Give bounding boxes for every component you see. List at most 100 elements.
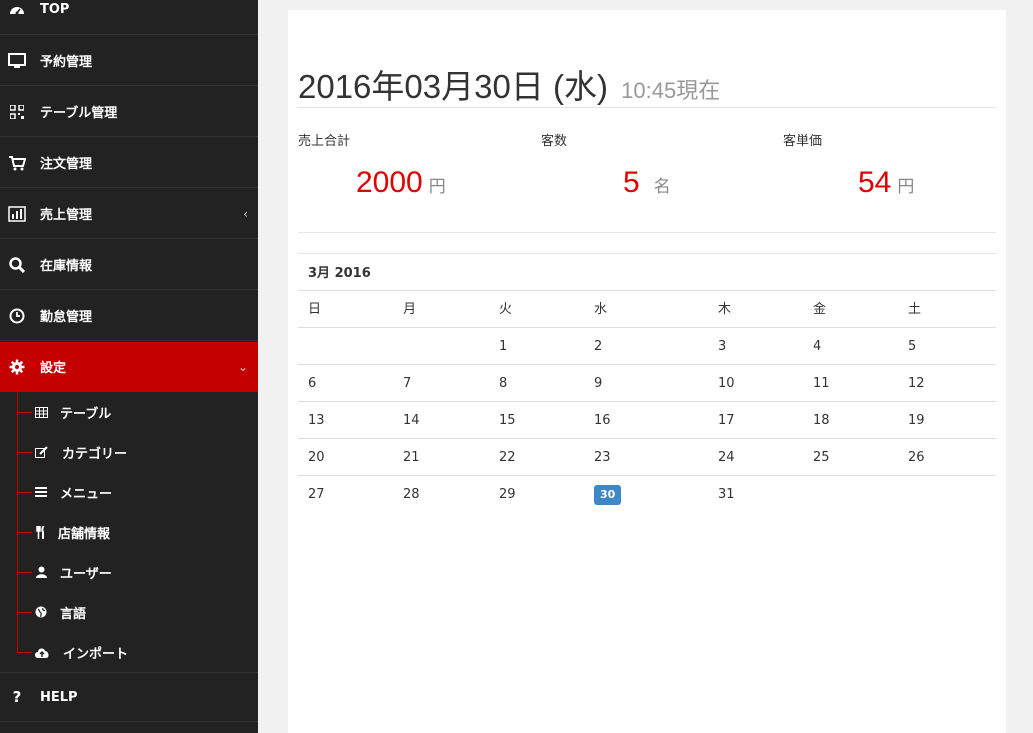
calendar-day[interactable]: 22 [489,439,516,476]
nav-label: 売上管理 [40,208,93,223]
calendar-day[interactable]: 19 [898,402,925,439]
sub-item-menu[interactable]: メニュー [0,472,258,512]
calendar-day[interactable]: 23 [584,439,611,476]
tree-branch [17,532,32,533]
dashboard-panel: 2016年03月30日 (水) 10:45現在 売上合計 2000 円 客数 5名… [288,10,1006,733]
clock-icon [8,307,26,325]
calendar-day[interactable]: 15 [489,402,516,439]
calendar-weekday: 日 [308,302,322,317]
sub-item-store-info[interactable]: 店舗情報 [0,512,258,552]
calendar-day [393,328,403,365]
calendar-day[interactable]: 21 [393,439,420,476]
stat-customers: 客数 5名 [541,130,783,199]
nav-label: 注文管理 [40,157,93,172]
calendar-day[interactable]: 27 [298,476,325,513]
calendar-day[interactable]: 8 [489,365,507,402]
sub-item-language[interactable]: 言語 [0,592,258,632]
calendar-day[interactable]: 14 [393,402,420,439]
tree-branch [17,572,32,573]
current-time: 10:45現在 [621,78,721,103]
stat-unit: 名 [653,177,671,197]
calendar-day[interactable]: 6 [298,365,316,402]
calendar-day[interactable]: 31 [708,476,735,513]
calendar-day[interactable]: 12 [898,365,925,402]
nav-label: TOP [40,2,70,17]
calendar-day[interactable]: 25 [803,439,830,476]
divider [298,107,996,108]
nav-item-tables[interactable]: テーブル管理 [0,87,258,137]
calendar-day[interactable]: 11 [803,365,830,402]
calendar-day[interactable]: 16 [584,402,611,439]
calendar-week-row: 20 21 22 23 24 25 26 [298,438,996,475]
nav-item-reservations[interactable]: 予約管理 [0,36,258,86]
stat-unit: 円 [897,177,915,197]
current-date: 2016年03月30日 (水) [298,68,608,105]
calendar-day[interactable]: 24 [708,439,735,476]
nav-label: 在庫情報 [40,259,93,274]
nav-item-settings[interactable]: 設定 ⌄ [0,342,258,392]
calendar-day[interactable]: 9 [584,365,602,402]
calendar-day[interactable]: 17 [708,402,735,439]
calendar-weekday: 金 [813,302,827,317]
calendar-day[interactable]: 4 [803,328,821,365]
calendar-day[interactable]: 29 [489,476,516,513]
sub-item-label: ユーザー [60,566,112,582]
calendar-day[interactable]: 7 [393,365,411,402]
cart-icon [8,154,26,172]
calendar-day[interactable]: 18 [803,402,830,439]
calendar-day[interactable]: 26 [898,439,925,476]
calendar-day[interactable]: 10 [708,365,735,402]
nav-label: 予約管理 [40,55,93,70]
calendar-day[interactable]: 13 [298,402,325,439]
tree-branch [17,612,32,613]
sub-item-category[interactable]: カテゴリー [0,432,258,472]
calendar-day [803,476,813,513]
nav-item-inventory[interactable]: 在庫情報 [0,240,258,290]
calendar-day[interactable]: 3 [708,328,726,365]
table-icon [34,405,48,419]
sub-item-label: インポート [63,646,129,662]
stat-value: 54 [858,166,892,199]
settings-submenu: テーブル カテゴリー メニュー 店舗情報 ユーザー 言語 インポート [0,392,258,672]
today-badge[interactable]: 30 [594,484,622,505]
calendar-weekday: 火 [499,302,513,317]
nav-item-sales[interactable]: 売上管理 ‹ [0,189,258,239]
stat-value-wrap: 5名 [623,166,671,200]
calendar-weekday: 木 [718,302,732,317]
edit-icon [34,445,48,459]
calendar-day[interactable]: 1 [489,328,507,365]
sub-item-label: メニュー [60,486,113,502]
calendar-week-row: 1 2 3 4 5 [298,327,996,364]
stat-avg-spend: 客単価 54 円 [783,130,1025,199]
sub-item-users[interactable]: ユーザー [0,552,258,592]
calendar-week-row: 13 14 15 16 17 18 19 [298,401,996,438]
nav-item-help[interactable]: ? HELP [0,672,258,722]
calendar-day [298,328,308,365]
list-icon [34,485,48,499]
nav-label: 設定 [40,361,67,376]
nav-item-attendance[interactable]: 勤怠管理 [0,291,258,341]
calendar-day[interactable]: 30 [584,476,622,513]
calendar-weekday: 月 [403,302,417,317]
globe-icon [34,605,48,619]
nav-item-orders[interactable]: 注文管理 [0,138,258,188]
sub-item-label: 店舗情報 [58,526,111,542]
calendar-day[interactable]: 5 [898,328,916,365]
stat-value-wrap: 2000 円 [356,166,446,200]
user-icon [34,565,48,579]
cloud-upload-icon [34,645,50,659]
calendar-day[interactable]: 20 [298,439,325,476]
nav-item-top[interactable]: TOP [0,0,258,35]
stat-value-wrap: 54 円 [858,166,914,200]
calendar-weekday: 水 [594,302,608,317]
calendar-day [898,476,908,513]
sub-item-table[interactable]: テーブル [0,392,258,432]
calendar-day[interactable]: 2 [584,328,602,365]
page-title: 2016年03月30日 (水) 10:45現在 [298,60,720,108]
stat-label: 客数 [541,134,568,149]
sub-item-import[interactable]: インポート [0,632,258,672]
nav-label: HELP [40,689,78,705]
calendar-day[interactable]: 28 [393,476,420,513]
sub-item-label: 言語 [60,606,87,622]
tree-branch [17,412,32,413]
